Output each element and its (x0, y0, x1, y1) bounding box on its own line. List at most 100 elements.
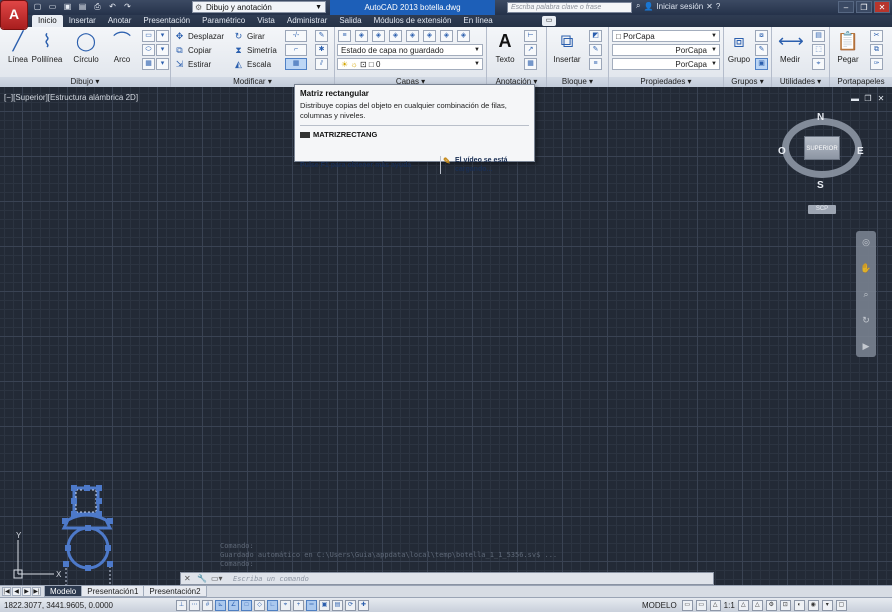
hatch-icon[interactable]: ▦ (142, 58, 155, 70)
erase-icon[interactable]: ✎ (315, 30, 328, 42)
circle-tool[interactable]: ◯ Círculo (70, 29, 102, 64)
compass-east[interactable]: E (857, 146, 864, 157)
wcs-menu-button[interactable]: SCP (808, 205, 836, 214)
panel-title-utilidades[interactable]: Utilidades ▾ (772, 77, 829, 87)
grip-handle[interactable] (85, 565, 91, 571)
select-all-icon[interactable]: ⬚ (812, 44, 825, 56)
scale-tool[interactable]: ◭ Escala (233, 58, 271, 70)
tab-presentacion[interactable]: Presentación (137, 15, 196, 27)
annotation-scale-value[interactable]: 1:1 (724, 601, 735, 610)
panel-title-bloque[interactable]: Bloque ▾ (547, 77, 608, 87)
command-input[interactable]: Escriba un comando (233, 573, 309, 585)
explode-icon[interactable]: ✱ (315, 44, 328, 56)
grip-handle[interactable] (85, 525, 91, 531)
grip-handle[interactable] (84, 485, 90, 491)
leader-icon[interactable]: ↗ (524, 44, 537, 56)
3d-osnap-toggle[interactable]: ◇ (254, 600, 265, 611)
move-tool[interactable]: ✥ Desplazar (174, 30, 224, 42)
layer-state-dropdown[interactable]: Estado de capa no guardado ▼ (337, 44, 483, 56)
workspace-dropdown[interactable]: ⚙ Dibujo y anotación ▼ (192, 1, 326, 13)
quick-props-toggle[interactable]: ▤ (332, 600, 343, 611)
ribbon-minimize-button[interactable]: ▭ (542, 16, 556, 26)
grip-handle[interactable] (107, 561, 113, 567)
steering-wheel-icon[interactable]: ◎ (856, 237, 876, 257)
snap-toggle[interactable]: ⋯ (189, 600, 200, 611)
grip-handle[interactable] (71, 511, 77, 517)
layer-icon[interactable]: ◈ (457, 30, 470, 42)
quick-view-drawings-icon[interactable]: ▭ (695, 600, 707, 611)
bottle-cap-outline[interactable] (72, 486, 100, 516)
tab-vista[interactable]: Vista (251, 15, 281, 27)
layer-icon[interactable]: ◈ (389, 30, 402, 42)
rectangular-array-icon[interactable]: ▦ (285, 58, 307, 70)
layer-icon[interactable]: ◈ (406, 30, 419, 42)
dyn-toggle[interactable]: + (293, 600, 304, 611)
lock-icon[interactable]: ⊡ (779, 600, 791, 611)
rectangle-icon[interactable]: ▭ (142, 30, 155, 42)
application-menu-button[interactable]: A (1, 1, 27, 29)
login-link[interactable]: Iniciar sesión (656, 2, 703, 11)
showmotion-icon[interactable]: ▶ (856, 341, 876, 361)
undo-icon[interactable]: ↶ (107, 2, 118, 12)
transparency-toggle[interactable]: ▣ (319, 600, 330, 611)
grip-handle[interactable] (71, 498, 77, 504)
tab-administrar[interactable]: Administrar (281, 15, 333, 27)
ellipse-icon[interactable]: ⬭ (142, 44, 155, 56)
chevron-down-icon[interactable]: ▾ (156, 44, 169, 56)
quick-view-layouts-icon[interactable]: ▭ (681, 600, 693, 611)
infer-constraints-toggle[interactable]: ⊥ (176, 600, 187, 611)
tab-insertar[interactable]: Insertar (63, 15, 102, 27)
clean-screen-icon[interactable]: ▢ (835, 600, 847, 611)
table-icon[interactable]: ▦ (524, 58, 537, 70)
hardware-acceleration-icon[interactable]: ◐ (793, 600, 805, 611)
layer-icon[interactable]: ◈ (440, 30, 453, 42)
grip-handle[interactable] (96, 511, 102, 517)
paste-tool[interactable]: 📋 Pegar (832, 29, 864, 64)
id-point-icon[interactable]: ⌖ (812, 58, 825, 70)
arc-tool[interactable]: ⌒ Arco (106, 29, 138, 64)
first-layout-button[interactable]: |◀ (2, 587, 11, 596)
prev-layout-button[interactable]: ◀ (12, 587, 21, 596)
create-block-icon[interactable]: ◩ (589, 30, 602, 42)
close-button[interactable]: ✕ (874, 1, 890, 13)
compass-west[interactable]: O (778, 146, 786, 157)
match-props-icon[interactable]: ✑ (870, 58, 883, 70)
compass-north[interactable]: N (817, 112, 824, 123)
ducs-toggle[interactable]: ⌖ (280, 600, 291, 611)
copy-clip-icon[interactable]: ⧉ (870, 44, 883, 56)
coordinates-readout[interactable]: 1822.3077, 3441.9605, 0.0000 (4, 600, 113, 611)
offset-icon[interactable]: ⫽ (315, 58, 328, 70)
group-edit-icon[interactable]: ✎ (755, 44, 768, 56)
cut-icon[interactable]: ✂ (870, 30, 883, 42)
chevron-down-icon[interactable]: ▾ (156, 30, 169, 42)
layer-icon[interactable]: ◈ (423, 30, 436, 42)
lineweight-toggle[interactable]: ═ (306, 600, 317, 611)
edit-block-icon[interactable]: ✎ (589, 44, 602, 56)
grip-handle[interactable] (105, 545, 111, 551)
layer-properties-icon[interactable]: ≡ (338, 30, 351, 42)
minimize-button[interactable]: ▬ (850, 94, 860, 104)
restore-button[interactable]: ❐ (863, 94, 873, 104)
status-menu-icon[interactable]: ▾ (821, 600, 833, 611)
zoom-icon[interactable]: ⌕ (856, 289, 876, 309)
osnap-toggle[interactable]: □ (241, 600, 252, 611)
open-icon[interactable]: ▭ (47, 2, 58, 12)
new-icon[interactable]: ▢ (32, 2, 43, 12)
grip-handle[interactable] (71, 485, 77, 491)
layer-icon[interactable]: ◈ (372, 30, 385, 42)
tab-inicio[interactable]: Inicio (32, 15, 63, 27)
stretch-tool[interactable]: ⇲ Estirar (174, 58, 211, 70)
panel-title-grupos[interactable]: Grupos ▾ (724, 77, 771, 87)
tab-anotar[interactable]: Anotar (102, 15, 138, 27)
copy-tool[interactable]: ⧉ Copiar (174, 44, 211, 56)
lineweight-dropdown[interactable]: PorCapa ▼ (612, 58, 720, 70)
tab-salida[interactable]: Salida (333, 15, 367, 27)
measure-tool[interactable]: ⟷ Medir (774, 29, 806, 64)
model-space-button[interactable]: MODELO (640, 601, 679, 610)
chevron-down-icon[interactable]: ▾ (156, 58, 169, 70)
panel-title-propiedades[interactable]: Propiedades ▾ (609, 77, 723, 87)
dimension-icon[interactable]: ⊢ (524, 30, 537, 42)
save-as-icon[interactable]: ▤ (77, 2, 88, 12)
orbit-icon[interactable]: ↻ (856, 315, 876, 335)
text-tool[interactable]: A Texto (489, 29, 521, 64)
